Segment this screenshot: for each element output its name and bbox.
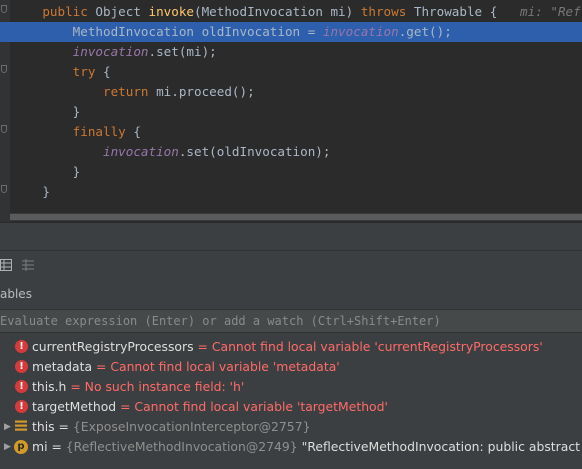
code-token: }	[72, 104, 81, 119]
variable-value: Cannot find local variable 'metadata'	[110, 359, 340, 374]
variable-value: {ReflectiveMethodInvocation@2749}	[65, 439, 298, 454]
code-text: invocation.set(mi);	[12, 42, 217, 62]
error-icon: !	[15, 380, 28, 393]
code-token: Object	[95, 4, 149, 19]
code-text: invocation.set(oldInvocation);	[12, 142, 330, 162]
error-icon: !	[15, 360, 28, 373]
object-field-icon	[15, 420, 27, 431]
code-token: {	[103, 64, 111, 79]
code-token: }	[42, 184, 50, 199]
code-token: throws	[360, 4, 414, 19]
code-line[interactable]: finally {	[0, 122, 582, 142]
variable-row[interactable]: ▶ this = {ExposeInvocationInterceptor@275…	[0, 417, 582, 437]
variable-name: metadata	[32, 359, 93, 374]
equals-sign: =	[66, 379, 85, 394]
code-token: .get();	[398, 24, 452, 39]
variable-text: this.h = No such instance field: 'h'	[32, 377, 244, 397]
variable-value: Cannot find local variable 'currentRegis…	[211, 339, 543, 354]
scrollbar-thumb[interactable]	[10, 214, 582, 220]
settings-list-icon[interactable]	[22, 259, 34, 271]
code-line[interactable]: }	[0, 102, 582, 122]
code-line[interactable]: try {	[0, 62, 582, 82]
equals-sign: =	[116, 399, 135, 414]
error-icon: !	[15, 340, 28, 353]
code-token: try	[72, 64, 104, 79]
code-line[interactable]: MethodInvocation oldInvocation = invocat…	[0, 22, 582, 42]
code-text: MethodInvocation oldInvocation = invocat…	[12, 22, 452, 42]
code-text: finally {	[12, 122, 141, 142]
variable-row[interactable]: ! targetMethod = Cannot find local variab…	[0, 397, 582, 417]
equals-sign: =	[47, 439, 66, 454]
expand-arrow-icon[interactable]: ▶	[4, 437, 11, 457]
variable-row[interactable]: ! metadata = Cannot find local variable '…	[0, 357, 582, 377]
code-token: invocation	[322, 24, 399, 39]
variables-title: ables	[0, 287, 32, 301]
table-view-icon[interactable]	[0, 259, 12, 271]
variable-row[interactable]: ! currentRegistryProcessors = Cannot find…	[0, 337, 582, 357]
variable-text: this = {ExposeInvocationInterceptor@2757…	[32, 417, 310, 437]
code-line[interactable]: }	[0, 162, 582, 182]
watch-placeholder: Evaluate expression (Enter) or add a wat…	[0, 314, 441, 328]
equals-sign: =	[54, 419, 73, 434]
code-text: return mi.proceed();	[12, 82, 255, 102]
equals-sign: =	[193, 339, 212, 354]
watch-expression-input[interactable]: Evaluate expression (Enter) or add a wat…	[0, 310, 582, 333]
code-text: try {	[12, 62, 111, 82]
code-token: Throwable {	[413, 4, 521, 19]
variable-text: metadata = Cannot find local variable 'm…	[32, 357, 340, 377]
code-line[interactable]: invocation.set(mi);	[0, 42, 582, 62]
variable-value: {ExposeInvocationInterceptor@2757}	[72, 419, 311, 434]
code-token: public	[42, 4, 96, 19]
expand-arrow-icon[interactable]: ▶	[4, 417, 11, 437]
inline-debug-hint: mi: "ReflectiveMethodInvocation	[520, 4, 582, 19]
variable-text: targetMethod = Cannot find local variabl…	[32, 397, 388, 417]
code-text: }	[12, 162, 81, 182]
variable-row[interactable]: ▶ p mi = {ReflectiveMethodInvocation@2749}…	[0, 437, 582, 457]
variable-text: mi = {ReflectiveMethodInvocation@2749} "…	[32, 437, 582, 457]
code-text: }	[12, 182, 50, 202]
code-token: MethodInvocation oldInvocation =	[72, 24, 323, 39]
editor-horizontal-scrollbar[interactable]	[10, 213, 582, 221]
variable-name: this.h	[32, 379, 67, 394]
variable-value: Cannot find local variable 'targetMethod…	[134, 399, 388, 414]
code-token: (MethodInvocation mi)	[194, 4, 361, 19]
code-token: invocation	[103, 144, 179, 159]
variable-name: targetMethod	[32, 399, 117, 414]
variables-panel: ables Evaluate expression (Enter) or add…	[0, 250, 582, 469]
code-token: finally	[72, 124, 134, 139]
code-editor[interactable]: public Object invoke(MethodInvocation mi…	[0, 0, 582, 222]
code-line[interactable]: invocation.set(oldInvocation);	[0, 142, 582, 162]
code-line[interactable]: public Object invoke(MethodInvocation mi…	[0, 2, 582, 22]
code-token: {	[133, 124, 141, 139]
code-token: .set(oldInvocation);	[178, 144, 331, 159]
parameter-icon: p	[14, 440, 28, 454]
variables-header: ables	[0, 279, 582, 310]
code-token: invocation	[72, 44, 149, 59]
code-token: mi.proceed();	[156, 84, 255, 99]
variable-row[interactable]: ! this.h = No such instance field: 'h'	[0, 377, 582, 397]
code-text: }	[12, 102, 81, 122]
code-text: public Object invoke(MethodInvocation mi…	[12, 2, 582, 22]
variable-name: this	[32, 419, 55, 434]
variable-value: No such instance field: 'h'	[84, 379, 245, 394]
code-token: }	[72, 164, 81, 179]
debugger-toolbar	[0, 251, 582, 279]
variable-name: currentRegistryProcessors	[32, 339, 194, 354]
code-line[interactable]: }	[0, 182, 582, 202]
error-icon: !	[15, 400, 28, 413]
variable-description: "ReflectiveMethodInvocation: public abst…	[301, 439, 582, 454]
variable-name: mi	[32, 439, 48, 454]
equals-sign: =	[92, 359, 111, 374]
variable-text: currentRegistryProcessors = Cannot find …	[32, 337, 543, 357]
code-token: return	[103, 84, 157, 99]
code-token: invoke	[148, 4, 195, 19]
code-line[interactable]: return mi.proceed();	[0, 82, 582, 102]
code-token: .set(mi);	[148, 44, 217, 59]
debug-tool-window-header	[0, 222, 582, 251]
